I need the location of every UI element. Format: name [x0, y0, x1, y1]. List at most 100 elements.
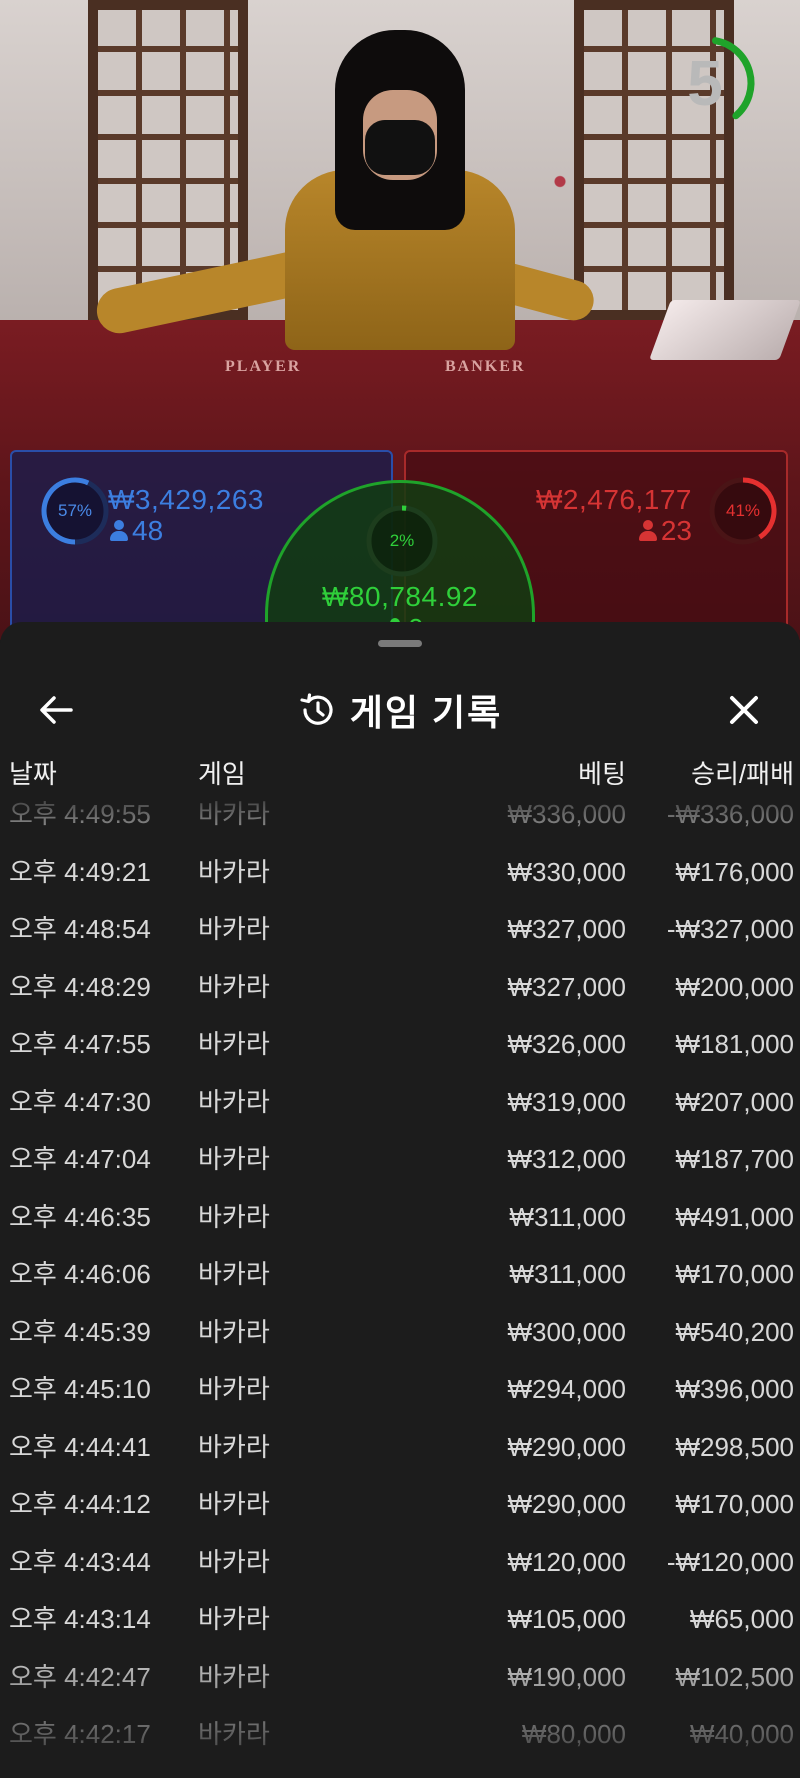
history-win-loss: -₩120,000: [666, 1546, 794, 1577]
history-game: 바카라: [198, 1719, 270, 1749]
sheet-title: 게임 기록: [349, 692, 503, 733]
person-icon: [110, 520, 128, 542]
history-row[interactable]: 오후 4:48:54 바카라 ₩327,000 -₩327,000: [0, 901, 800, 958]
history-row[interactable]: 오후 4:45:39 바카라 ₩300,000 ₩540,200: [0, 1304, 800, 1361]
history-row[interactable]: 오후 4:46:06 바카라 ₩311,000 ₩170,000: [0, 1246, 800, 1303]
history-date: 오후 4:45:10: [9, 1374, 151, 1404]
player-count-value: 48: [132, 515, 164, 546]
person-icon: [638, 520, 657, 542]
history-bet-amount: ₩80,000: [521, 1719, 626, 1749]
history-game: 바카라: [198, 1374, 270, 1404]
player-bet-amount: ₩3,429,263: [108, 484, 264, 515]
history-game: 바카라: [198, 1604, 270, 1634]
history-game: 바카라: [198, 799, 270, 829]
banker-percent-ring: 41%: [708, 476, 778, 546]
history-date: 오후 4:48:29: [9, 971, 151, 1002]
history-date: 오후 4:44:41: [9, 1431, 151, 1462]
banker-bettor-count: 23: [638, 515, 692, 547]
player-bettor-count: 48: [110, 515, 163, 547]
history-row[interactable]: 오후 4:47:30 바카라 ₩319,000 ₩207,000: [0, 1074, 800, 1131]
history-row[interactable]: 오후 4:48:29 바카라 ₩327,000 ₩200,000: [0, 959, 800, 1016]
history-bet-amount: ₩327,000: [507, 971, 626, 1002]
player-percent: 57%: [57, 501, 93, 520]
tie-percent-ring: 2%: [364, 503, 440, 579]
back-button[interactable]: [28, 682, 84, 738]
player-percent-ring: 57%: [40, 476, 110, 546]
history-row[interactable]: 오후 4:43:14 바카라 ₩105,000 ₩65,000: [0, 1591, 800, 1648]
history-game: 바카라: [198, 1144, 270, 1174]
history-win-loss: ₩396,000: [675, 1374, 794, 1404]
sheet-header: 게임 기록: [0, 662, 800, 752]
history-game: 바카라: [198, 1316, 270, 1347]
history-game: 바카라: [198, 1201, 270, 1232]
history-bet-amount: ₩326,000: [507, 1029, 626, 1059]
history-game: 바카라: [198, 1431, 270, 1462]
arrow-left-icon: [40, 696, 73, 724]
countdown-timer: 5: [668, 28, 778, 138]
drag-handle[interactable]: [378, 640, 422, 647]
history-win-loss: ₩40,000: [689, 1719, 794, 1749]
banker-count-value: 23: [660, 515, 692, 546]
history-clock-icon: [300, 693, 333, 725]
history-row[interactable]: 오후 4:45:10 바카라 ₩294,000 ₩396,000: [0, 1361, 800, 1418]
history-date: 오후 4:42:17: [9, 1719, 151, 1749]
game-history-sheet: 게임 기록 날짜 게임 베팅 승리/패배 오후 4:49:55 바카라 ₩336,0…: [0, 622, 800, 1778]
history-row[interactable]: 오후 4:43:44 바카라 ₩120,000 -₩120,000: [0, 1534, 800, 1591]
history-row[interactable]: 오후 4:49:21 바카라 ₩330,000 ₩176,000: [0, 844, 800, 901]
dealer: [92, 20, 599, 350]
history-bet-amount: ₩311,000: [509, 1201, 626, 1232]
banker-bet-amount: ₩2,476,177: [536, 484, 692, 515]
history-row[interactable]: 오후 4:44:12 바카라 ₩290,000 ₩170,000: [0, 1476, 800, 1533]
tie-bet-amount: ₩80,784.92: [322, 581, 478, 612]
countdown-number: 5: [687, 47, 723, 119]
history-game: 바카라: [198, 1661, 270, 1692]
history-win-loss: ₩102,500: [675, 1661, 794, 1692]
history-row[interactable]: 오후 4:49:55 바카라 ₩336,000 -₩336,000: [0, 786, 800, 843]
history-row[interactable]: 오후 4:42:17 바카라 ₩80,000 ₩40,000: [0, 1706, 800, 1763]
history-date: 오후 4:47:04: [9, 1144, 151, 1174]
history-date: 오후 4:43:44: [9, 1546, 151, 1577]
history-bet-amount: ₩319,000: [507, 1086, 626, 1117]
close-icon: [730, 696, 758, 724]
history-bet-amount: ₩311,000: [509, 1259, 626, 1289]
history-bet-amount: ₩327,000: [507, 914, 626, 944]
history-game: 바카라: [198, 1086, 270, 1117]
history-win-loss: ₩540,200: [675, 1316, 794, 1347]
history-bet-amount: ₩190,000: [507, 1661, 626, 1692]
history-win-loss: -₩327,000: [666, 914, 794, 944]
history-bet-amount: ₩105,000: [507, 1604, 626, 1634]
table-label-player: PLAYER: [225, 358, 302, 375]
history-bet-amount: ₩336,000: [507, 799, 626, 829]
history-win-loss: ₩207,000: [675, 1086, 794, 1117]
tie-percent: 2%: [389, 531, 415, 550]
history-game: 바카라: [198, 1029, 270, 1059]
close-button[interactable]: [716, 682, 772, 738]
history-date: 오후 4:49:21: [9, 856, 151, 887]
history-bet-amount: ₩300,000: [507, 1316, 626, 1347]
history-list[interactable]: 오후 4:49:55 바카라 ₩336,000 -₩336,000 오후 4:49:21…: [0, 799, 800, 1778]
table-label-banker: BANKER: [445, 358, 526, 375]
history-row[interactable]: 오후 4:47:55 바카라 ₩326,000 ₩181,000: [0, 1016, 800, 1073]
history-bet-amount: ₩294,000: [507, 1374, 626, 1404]
history-date: 오후 4:47:30: [9, 1086, 151, 1117]
history-date: 오후 4:47:55: [9, 1029, 151, 1059]
history-game: 바카라: [198, 1489, 270, 1519]
card-shoe: [649, 300, 800, 360]
history-row[interactable]: 오후 4:46:35 바카라 ₩311,000 ₩491,000: [0, 1189, 800, 1246]
history-date: 오후 4:46:06: [9, 1259, 151, 1289]
history-bet-amount: ₩290,000: [507, 1431, 626, 1462]
history-row[interactable]: 오후 4:47:04 바카라 ₩312,000 ₩187,700: [0, 1131, 800, 1188]
history-date: 오후 4:43:14: [9, 1604, 151, 1634]
history-row[interactable]: 오후 4:42:47 바카라 ₩190,000 ₩102,500: [0, 1649, 800, 1706]
history-game: 바카라: [198, 1546, 270, 1577]
history-win-loss: ₩200,000: [675, 971, 794, 1002]
history-bet-amount: ₩330,000: [507, 856, 626, 887]
history-win-loss: -₩336,000: [666, 799, 794, 829]
history-game: 바카라: [198, 971, 270, 1002]
history-date: 오후 4:46:35: [9, 1201, 151, 1232]
history-game: 바카라: [198, 1259, 270, 1289]
history-win-loss: ₩65,000: [689, 1604, 794, 1634]
history-date: 오후 4:49:55: [9, 799, 151, 829]
history-row[interactable]: 오후 4:44:41 바카라 ₩290,000 ₩298,500: [0, 1419, 800, 1476]
banker-percent: 41%: [725, 501, 761, 520]
